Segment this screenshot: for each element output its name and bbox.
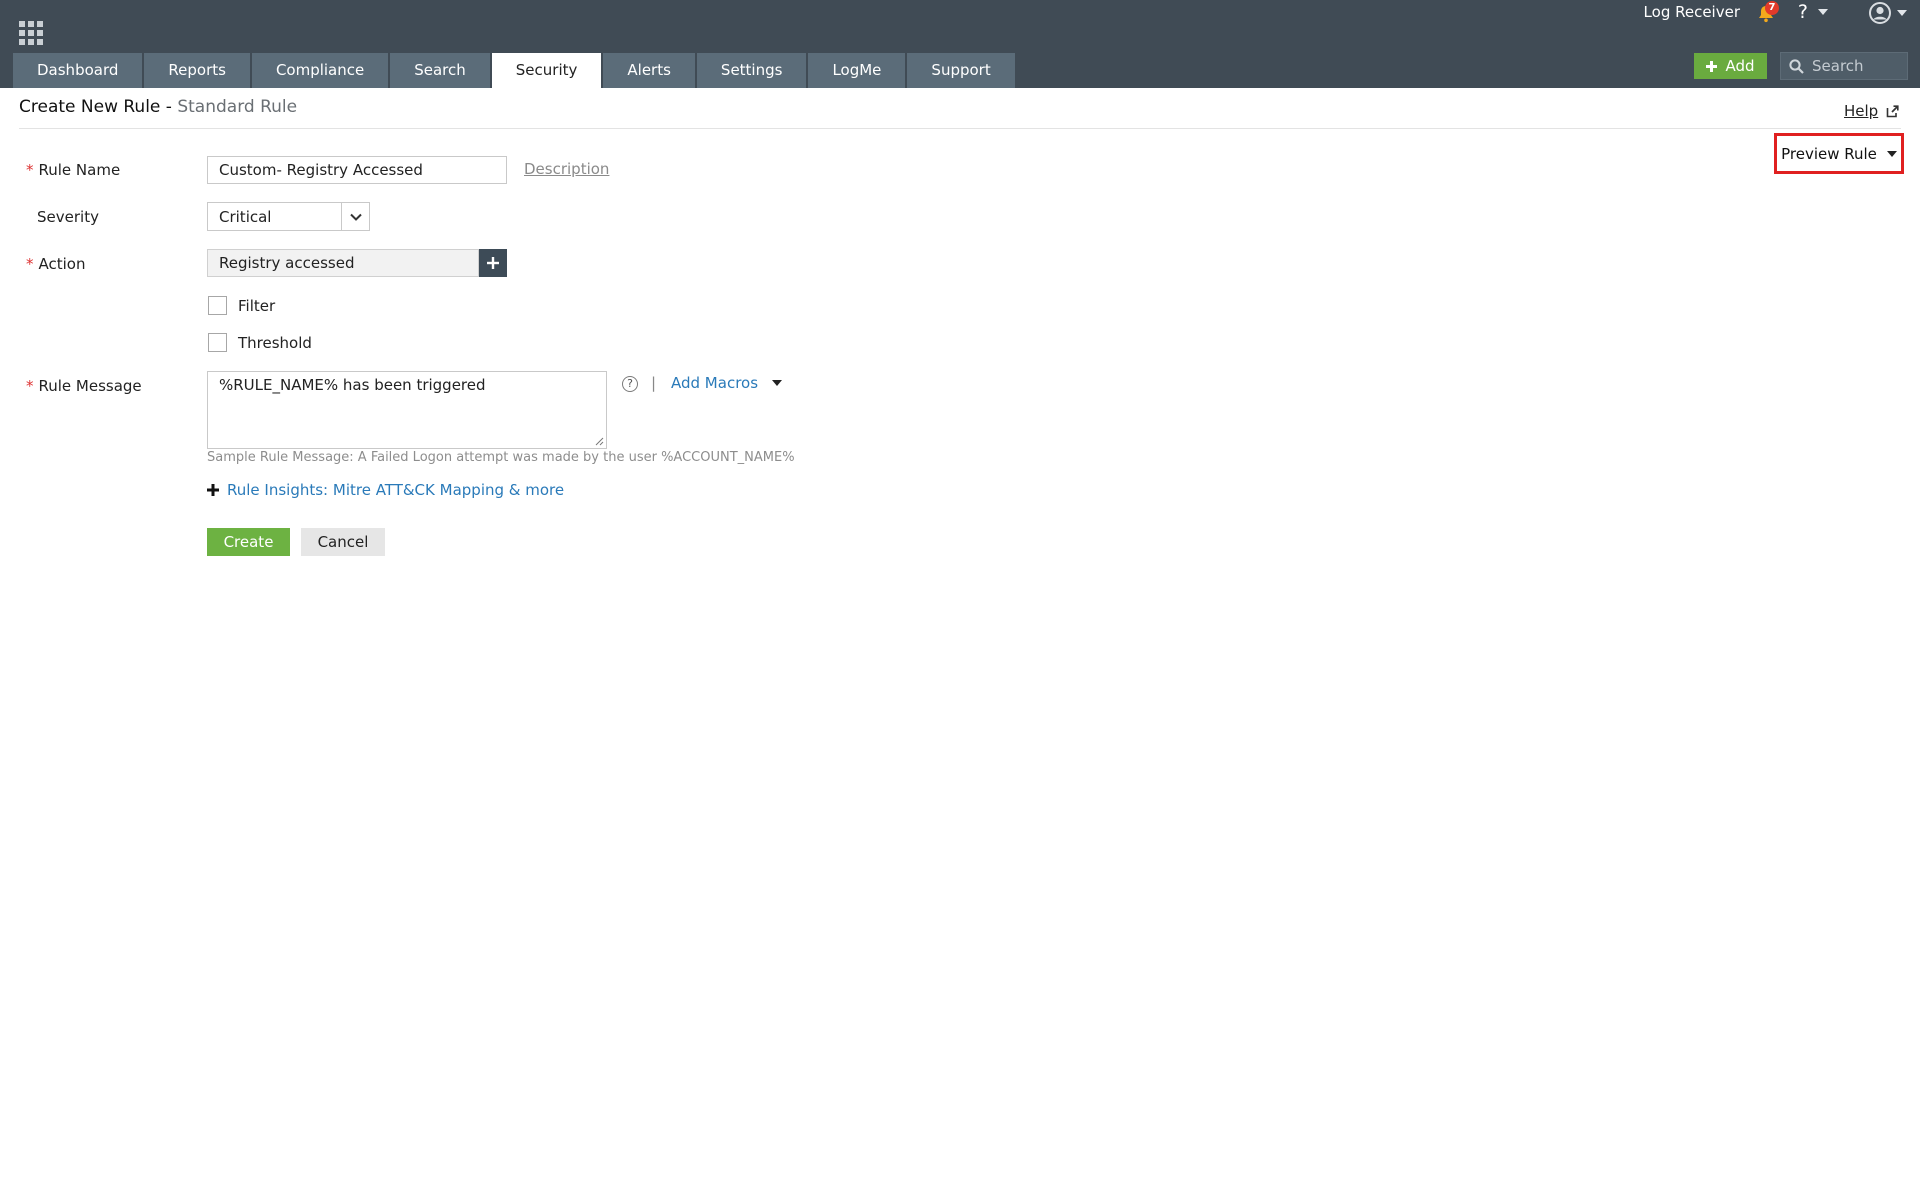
rule-message-label: * Rule Message	[26, 377, 142, 395]
add-button-label: Add	[1725, 57, 1755, 75]
rule-message-label-text: Rule Message	[38, 377, 142, 395]
tab-settings[interactable]: Settings	[696, 53, 807, 88]
resize-grip-icon[interactable]	[594, 436, 604, 446]
top-header: Log Receiver 7 ? Dashboard Reports Compl…	[0, 0, 1920, 88]
tab-compliance[interactable]: Compliance	[251, 53, 389, 88]
add-button[interactable]: Add	[1694, 53, 1767, 79]
search-icon	[1789, 58, 1804, 74]
rule-name-input[interactable]	[207, 156, 507, 184]
action-label-text: Action	[38, 255, 86, 273]
chevron-down-icon	[1897, 10, 1907, 16]
user-menu[interactable]	[1869, 2, 1907, 24]
page-title-separator: -	[160, 97, 178, 117]
main-tabs: Dashboard Reports Compliance Search Secu…	[13, 53, 1017, 88]
apps-grid-icon[interactable]	[19, 21, 43, 45]
chevron-down-icon	[1818, 9, 1828, 15]
tab-support[interactable]: Support	[907, 53, 1015, 88]
severity-select[interactable]: Critical	[207, 202, 370, 231]
plus-icon	[1706, 60, 1718, 72]
header-divider	[19, 128, 1901, 129]
tab-reports[interactable]: Reports	[144, 53, 250, 88]
help-link-label: Help	[1844, 102, 1879, 120]
tab-alerts[interactable]: Alerts	[603, 53, 695, 88]
required-marker: *	[26, 161, 34, 179]
page-title-main: Create New Rule	[19, 97, 161, 117]
user-avatar-icon	[1869, 2, 1891, 24]
rule-name-label-text: Rule Name	[38, 161, 121, 179]
add-macros-dropdown[interactable]: Add Macros	[671, 374, 783, 392]
required-marker: *	[26, 377, 34, 395]
action-field[interactable]: Registry accessed	[207, 249, 479, 277]
page-subtitle: Standard Rule	[177, 97, 298, 117]
sample-rule-message: Sample Rule Message: A Failed Logon atte…	[207, 450, 795, 465]
required-marker: *	[26, 255, 34, 273]
help-question-icon: ?	[1797, 1, 1808, 23]
cancel-button[interactable]: Cancel	[301, 528, 385, 556]
preview-rule-dropdown[interactable]: Preview Rule	[1774, 133, 1904, 174]
action-label: * Action	[26, 255, 85, 273]
global-search[interactable]	[1780, 52, 1908, 80]
rule-message-textarea[interactable]: %RULE_NAME% has been triggered	[207, 371, 607, 449]
add-action-button[interactable]	[479, 249, 507, 277]
threshold-checkbox[interactable]	[208, 333, 227, 352]
threshold-label: Threshold	[238, 333, 312, 352]
filter-checkbox[interactable]	[208, 296, 227, 315]
help-menu[interactable]: ?	[1798, 1, 1828, 23]
tab-search[interactable]: Search	[390, 53, 490, 88]
notifications-bell[interactable]: 7	[1756, 1, 1779, 24]
preview-rule-label: Preview Rule	[1781, 144, 1877, 163]
chevron-down-icon	[1886, 150, 1897, 157]
log-receiver-link[interactable]: Log Receiver	[1644, 3, 1740, 21]
help-link[interactable]: Help	[1844, 102, 1899, 120]
plus-icon	[207, 484, 219, 496]
rule-insights-toggle[interactable]: Rule Insights: Mitre ATT&CK Mapping & mo…	[207, 481, 564, 499]
external-link-icon	[1886, 104, 1899, 117]
notification-count-badge: 7	[1765, 1, 1779, 15]
create-button[interactable]: Create	[207, 528, 290, 556]
tab-security[interactable]: Security	[491, 53, 602, 88]
rule-insights-label: Rule Insights: Mitre ATT&CK Mapping & mo…	[227, 481, 565, 499]
severity-dropdown-arrow[interactable]	[341, 203, 369, 230]
chevron-down-icon	[349, 213, 362, 221]
chevron-down-icon	[772, 380, 783, 386]
description-link[interactable]: Description	[524, 160, 609, 178]
page-title: Create New Rule - Standard Rule	[19, 97, 297, 117]
filter-label: Filter	[238, 296, 276, 315]
filter-checkbox-row[interactable]: Filter	[208, 296, 275, 315]
threshold-checkbox-row[interactable]: Threshold	[208, 333, 312, 352]
plus-icon	[487, 257, 499, 269]
severity-label: Severity	[37, 208, 99, 226]
rule-name-label: * Rule Name	[26, 161, 120, 179]
severity-value: Critical	[219, 207, 272, 226]
separator-pipe: |	[651, 374, 657, 392]
help-circle-icon[interactable]: ?	[622, 376, 638, 392]
search-input[interactable]	[1812, 57, 1902, 75]
tab-logme[interactable]: LogMe	[808, 53, 906, 88]
add-macros-label: Add Macros	[671, 374, 759, 392]
tab-dashboard[interactable]: Dashboard	[13, 53, 143, 88]
